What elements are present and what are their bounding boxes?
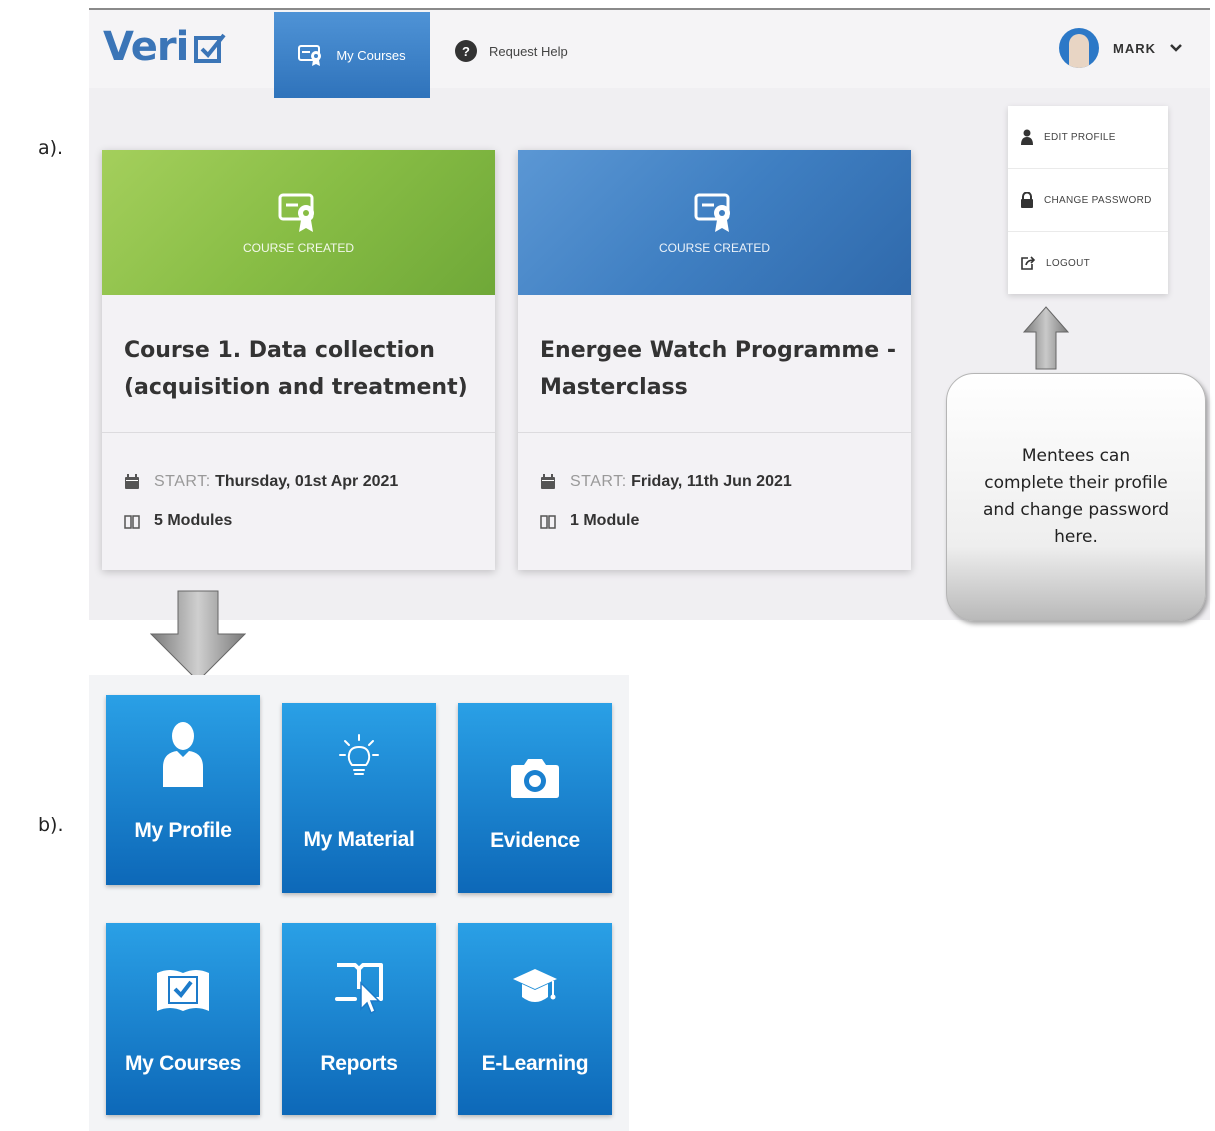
book-cursor-icon	[335, 963, 383, 1015]
menu-item-label: EDIT PROFILE	[1044, 131, 1116, 143]
start-label: START:	[570, 473, 627, 490]
start-date: Thursday, 01st Apr 2021	[215, 473, 399, 490]
person-icon	[163, 722, 203, 787]
calendar-icon	[125, 474, 139, 489]
certificate-icon	[694, 193, 730, 232]
lock-icon	[1021, 192, 1033, 208]
user-dropdown-menu: EDIT PROFILE CHANGE PASSWORD LOGOUT	[1008, 106, 1168, 294]
menu-item-label: CHANGE PASSWORD	[1044, 194, 1152, 206]
nav-request-help[interactable]: ? Request Help	[455, 40, 568, 62]
tile-label: My Material	[303, 828, 415, 851]
course-modules: 1 Module	[540, 512, 639, 530]
start-label: START:	[154, 473, 211, 490]
book-icon	[540, 515, 556, 529]
start-date: Friday, 11th Jun 2021	[631, 473, 792, 490]
nav-tab-my-courses[interactable]: My Courses	[274, 12, 430, 98]
course-start: START: Thursday, 01st Apr 2021	[124, 473, 398, 491]
tile-reports[interactable]: Reports	[282, 923, 436, 1115]
course-title[interactable]: Course 1. Data collection (acquisition a…	[124, 332, 484, 406]
annotation-callout: Mentees can complete their profile and c…	[946, 373, 1206, 621]
certificate-icon	[298, 45, 322, 66]
logo-checkbox-icon	[194, 33, 226, 63]
course-modules: 5 Modules	[124, 512, 232, 530]
divider	[518, 432, 911, 433]
logout-icon	[1021, 256, 1036, 270]
tile-e-learning[interactable]: E-Learning	[458, 923, 612, 1115]
course-card[interactable]: COURSE CREATED Energee Watch Programme -…	[518, 150, 911, 570]
calendar-icon	[541, 474, 555, 489]
arrow-up-icon	[1023, 306, 1069, 370]
menu-item-change-password[interactable]: CHANGE PASSWORD	[1020, 169, 1152, 231]
tile-my-profile[interactable]: My Profile	[106, 695, 260, 885]
menu-item-label: LOGOUT	[1046, 257, 1091, 269]
top-navigation-bar: Veri My Courses ? Request Help MARK	[89, 8, 1210, 98]
nav-request-help-label: Request Help	[489, 43, 568, 59]
course-status: COURSE CREATED	[242, 240, 355, 255]
user-icon	[1021, 129, 1033, 145]
camera-icon	[511, 759, 559, 798]
question-icon: ?	[455, 40, 477, 62]
course-status: COURSE CREATED	[658, 240, 771, 255]
mentee-menu-panel: My Profile My Material Evidence My Cours…	[89, 675, 629, 1131]
avatar	[1059, 28, 1099, 68]
modules-count: 1 Module	[570, 512, 640, 529]
modules-count: 5 Modules	[154, 512, 233, 529]
certificate-icon	[278, 193, 314, 232]
course-title[interactable]: Energee Watch Programme - Masterclass	[540, 332, 900, 406]
book-icon	[124, 515, 140, 529]
tile-evidence[interactable]: Evidence	[458, 703, 612, 893]
figure-label-b: b).	[38, 814, 64, 836]
menu-item-edit-profile[interactable]: EDIT PROFILE	[1020, 106, 1116, 168]
tile-label: Evidence	[490, 829, 580, 852]
tile-label: Reports	[320, 1052, 398, 1075]
checked-book-icon	[157, 970, 209, 1011]
callout-text: Mentees can complete their profile and c…	[982, 446, 1170, 547]
course-banner: COURSE CREATED	[102, 150, 495, 295]
lightbulb-icon	[339, 734, 379, 775]
chevron-down-icon	[1170, 44, 1182, 52]
course-start: START: Friday, 11th Jun 2021	[540, 473, 792, 491]
tile-my-material[interactable]: My Material	[282, 703, 436, 893]
tile-label: My Courses	[124, 1052, 242, 1075]
figure-label-a: a).	[38, 137, 64, 159]
course-banner: COURSE CREATED	[518, 150, 911, 295]
divider	[102, 432, 495, 433]
graduation-cap-icon	[513, 969, 557, 1002]
tile-my-courses[interactable]: My Courses	[106, 923, 260, 1115]
arrow-down-icon	[150, 590, 246, 682]
user-menu-toggle[interactable]: MARK	[1059, 28, 1182, 68]
menu-item-logout[interactable]: LOGOUT	[1020, 232, 1090, 294]
nav-tab-my-courses-label: My Courses	[336, 47, 406, 63]
course-card[interactable]: COURSE CREATED Course 1. Data collection…	[102, 150, 495, 570]
user-name: MARK	[1113, 40, 1156, 56]
tile-label: My Profile	[134, 819, 232, 842]
app-logo[interactable]: Veri	[103, 24, 189, 70]
tile-label: E-Learning	[481, 1052, 589, 1075]
